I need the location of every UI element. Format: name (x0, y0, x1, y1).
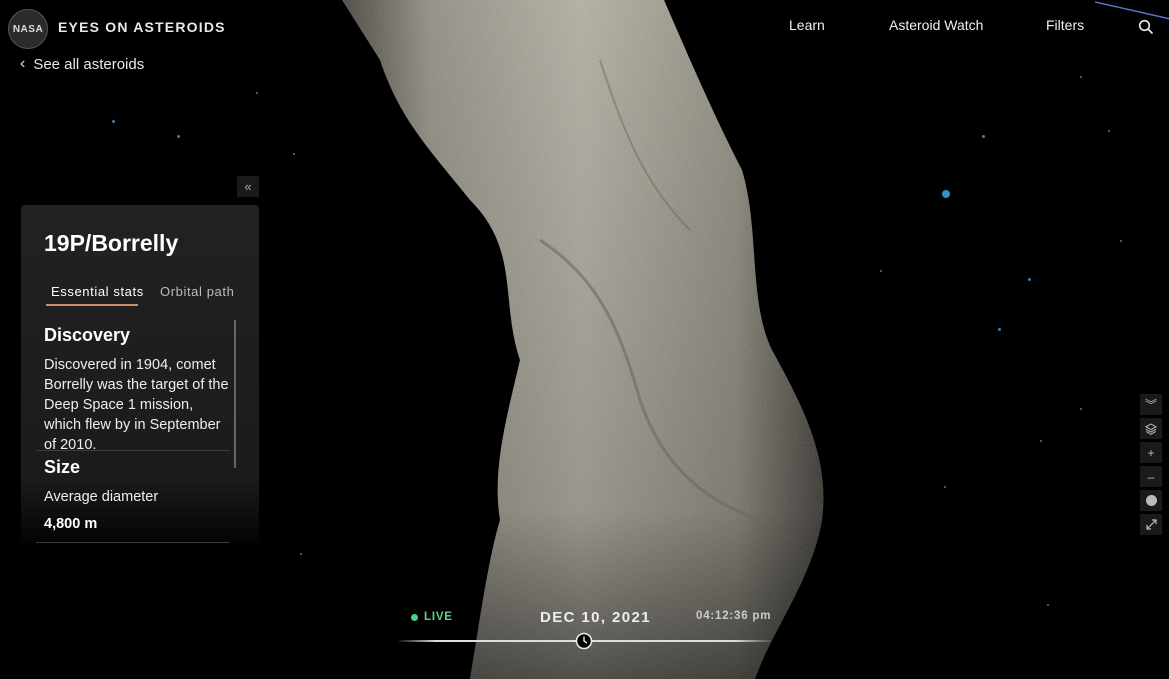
current-time: 04:12:36 pm (696, 610, 772, 622)
fullscreen-button[interactable] (1140, 514, 1162, 535)
asteroid-info-panel: 19P/Borrelly Essential stats Orbital pat… (21, 205, 259, 550)
nav-learn[interactable]: Learn (789, 17, 825, 33)
tab-orbital-path[interactable]: Orbital path (160, 284, 234, 299)
asteroid-name: 19P/Borrelly (44, 230, 179, 256)
expand-icon (1145, 519, 1157, 530)
average-diameter-value: 4,800 m (44, 516, 98, 532)
live-label: LIVE (424, 611, 453, 623)
search-icon[interactable] (1138, 19, 1154, 35)
zoom-in-button[interactable]: + (1140, 442, 1162, 463)
orbit-path-line (1095, 1, 1169, 20)
zoom-out-button[interactable]: – (1140, 466, 1162, 487)
section-divider (36, 542, 230, 543)
chevron-left-icon: ‹ (20, 55, 26, 72)
zoom-out-icon: – (1147, 469, 1155, 484)
discovery-text: Discovered in 1904, comet Borrelly was t… (44, 357, 229, 453)
back-link-label: See all asteroids (33, 55, 145, 73)
lighting-button[interactable] (1140, 490, 1162, 511)
layers-button[interactable] (1140, 418, 1162, 439)
current-date: DEC 10, 2021 (540, 609, 652, 626)
section-divider (36, 450, 230, 451)
active-tab-indicator (46, 304, 138, 306)
panel-scrollbar[interactable] (234, 320, 236, 468)
zoom-in-icon: + (1147, 445, 1155, 460)
circle-icon (1145, 495, 1157, 506)
collapse-panel-button[interactable]: « (237, 176, 259, 197)
discovery-heading: Discovery (44, 325, 131, 345)
double-chevron-down-icon: ︾ (1144, 398, 1157, 412)
live-button[interactable]: LIVE (411, 611, 453, 623)
double-chevron-left-icon: « (244, 179, 252, 194)
size-heading: Size (44, 457, 81, 477)
clock-icon[interactable] (574, 631, 594, 651)
nav-filters[interactable]: Filters (1046, 17, 1084, 33)
nav-asteroid-watch[interactable]: Asteroid Watch (889, 17, 983, 33)
nasa-logo-text: NASA (12, 23, 44, 35)
collapse-tools-button[interactable]: ︾ (1140, 394, 1162, 415)
nasa-logo[interactable]: NASA (8, 9, 48, 49)
app-title[interactable]: EYES ON ASTEROIDS (58, 19, 226, 35)
see-all-asteroids-link[interactable]: ‹ See all asteroids (20, 55, 144, 73)
tab-essential-stats[interactable]: Essential stats (51, 284, 144, 299)
average-diameter-label: Average diameter (44, 489, 159, 505)
layers-icon (1145, 422, 1157, 435)
live-indicator-icon (411, 613, 418, 621)
